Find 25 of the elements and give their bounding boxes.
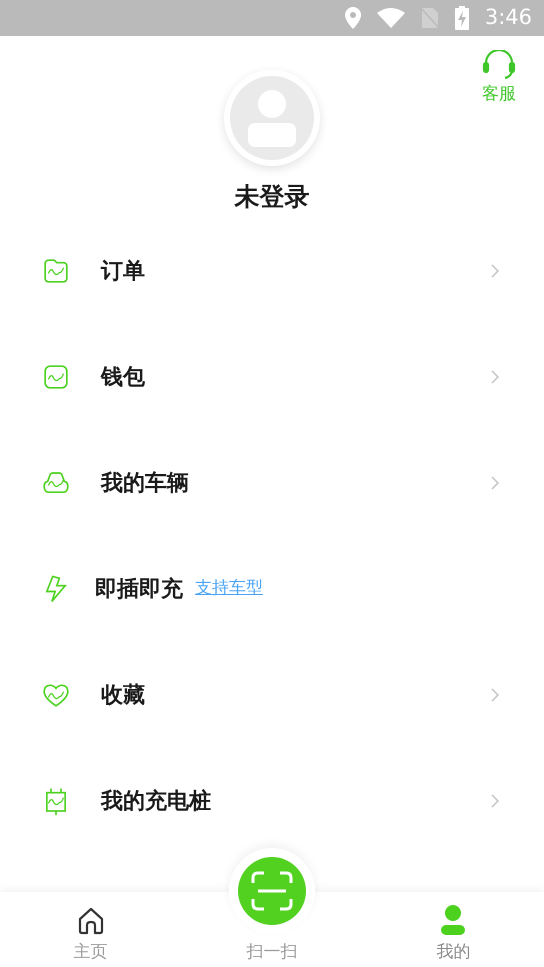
chevron-right-icon	[490, 687, 500, 703]
headset-icon	[482, 50, 516, 80]
person-icon	[440, 904, 466, 936]
menu-row[interactable]: 我的车辆	[0, 430, 544, 536]
chevron-right-icon	[490, 369, 500, 385]
menu-label: 即插即充	[95, 576, 183, 604]
battery-charging-icon	[454, 6, 469, 30]
chevron-right-icon	[490, 793, 500, 809]
menu-label: 收藏	[101, 682, 145, 710]
location-icon	[344, 7, 361, 29]
chevron-right-icon	[490, 263, 500, 279]
menu-row[interactable]: 钱包	[0, 324, 544, 430]
menu-row[interactable]: 我的充电桩	[0, 748, 544, 854]
chevron-right-icon	[490, 475, 500, 491]
menu-label: 我的车辆	[101, 470, 189, 498]
wifi-icon	[376, 8, 405, 28]
user-name[interactable]: 未登录	[234, 184, 310, 209]
menu-label: 订单	[101, 258, 145, 286]
scan-icon	[251, 871, 293, 911]
menu-row[interactable]: 收藏	[0, 642, 544, 748]
status-time: 3:46	[484, 4, 532, 32]
menu-label: 钱包	[101, 364, 145, 392]
menu-row[interactable]: 订单	[0, 218, 544, 324]
menu-row[interactable]: 即插即充 支持车型	[0, 536, 544, 642]
menu-label: 我的充电桩	[101, 788, 211, 816]
